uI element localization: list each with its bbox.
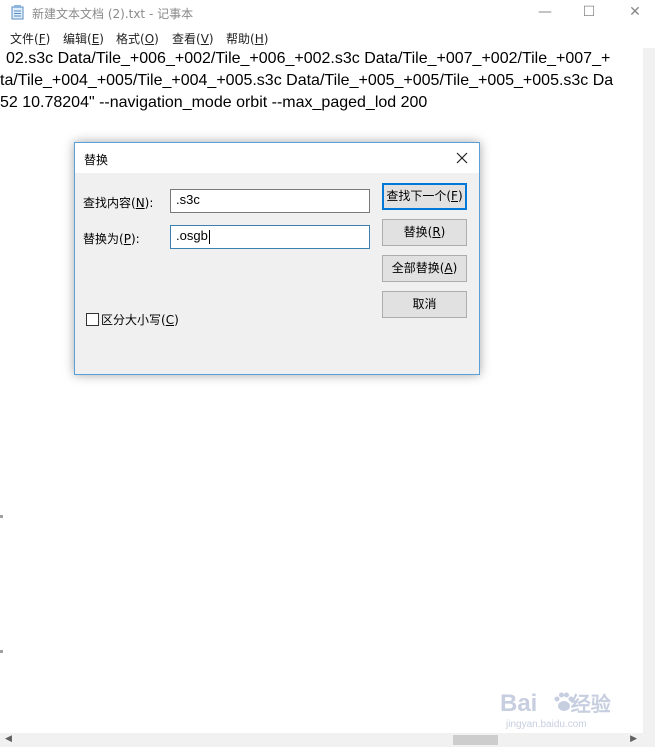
replace-label: 替换为(P): [83, 232, 140, 246]
find-next-button[interactable]: 查找下一个(F) [382, 183, 467, 210]
menu-bar: 文件(F) 编辑(E) 格式(O) 查看(V) 帮助(H) [0, 28, 655, 47]
vertical-scrollbar[interactable] [643, 48, 655, 733]
dialog-title: 替换 [84, 153, 109, 167]
edge-mark [0, 650, 3, 653]
maximize-button[interactable]: ☐ [566, 0, 612, 26]
match-case-label[interactable]: 区分大小写(C) [101, 311, 179, 328]
window-title: 新建文本文档 (2).txt - 记事本 [32, 7, 194, 21]
watermark-url: jingyan.baidu.com [506, 719, 587, 730]
minimize-button[interactable]: — [522, 0, 568, 26]
replace-all-button[interactable]: 全部替换(A) [382, 255, 467, 282]
editor-line: 02.s3c Data/Tile_+006_+002/Tile_+006_+00… [6, 50, 611, 67]
close-button[interactable]: ✕ [612, 0, 655, 26]
scroll-thumb[interactable] [453, 735, 498, 745]
menu-view[interactable]: 查看(V) [172, 30, 214, 47]
menu-format[interactable]: 格式(O) [116, 30, 159, 47]
replace-dialog: 替换 查找内容(N): .s3c 替换为(P): .osgb 查找下一个(F) … [74, 142, 480, 375]
notepad-icon [11, 5, 24, 20]
cancel-button[interactable]: 取消 [382, 291, 467, 318]
match-case-checkbox[interactable] [86, 313, 99, 326]
close-icon: ✕ [629, 4, 641, 20]
replace-button[interactable]: 替换(R) [382, 219, 467, 246]
replace-input[interactable]: .osgb [170, 225, 370, 249]
dialog-title-bar: 替换 [75, 143, 479, 173]
text-caret [208, 229, 210, 244]
scroll-left-icon[interactable]: ◀ [5, 734, 12, 744]
menu-edit[interactable]: 编辑(E) [63, 30, 104, 47]
editor-line: ta/Tile_+004_+005/Tile_+004_+005.s3c Dat… [0, 72, 614, 89]
minimize-icon: — [538, 4, 552, 20]
title-bar: 新建文本文档 (2).txt - 记事本 — ☐ ✕ [0, 0, 655, 26]
scroll-corner [643, 733, 655, 747]
close-icon[interactable] [452, 148, 472, 168]
edge-mark [0, 515, 3, 518]
maximize-icon: ☐ [582, 4, 596, 20]
menu-help[interactable]: 帮助(H) [226, 30, 268, 47]
editor-line: 52 10.78204" --navigation_mode orbit --m… [0, 94, 428, 111]
find-label: 查找内容(N): [83, 196, 154, 210]
find-input[interactable]: .s3c [170, 189, 370, 213]
baidu-watermark: Bai 经验 jingyan.baidu.com [500, 688, 640, 738]
paw-icon [554, 692, 574, 711]
menu-file[interactable]: 文件(F) [10, 30, 50, 47]
